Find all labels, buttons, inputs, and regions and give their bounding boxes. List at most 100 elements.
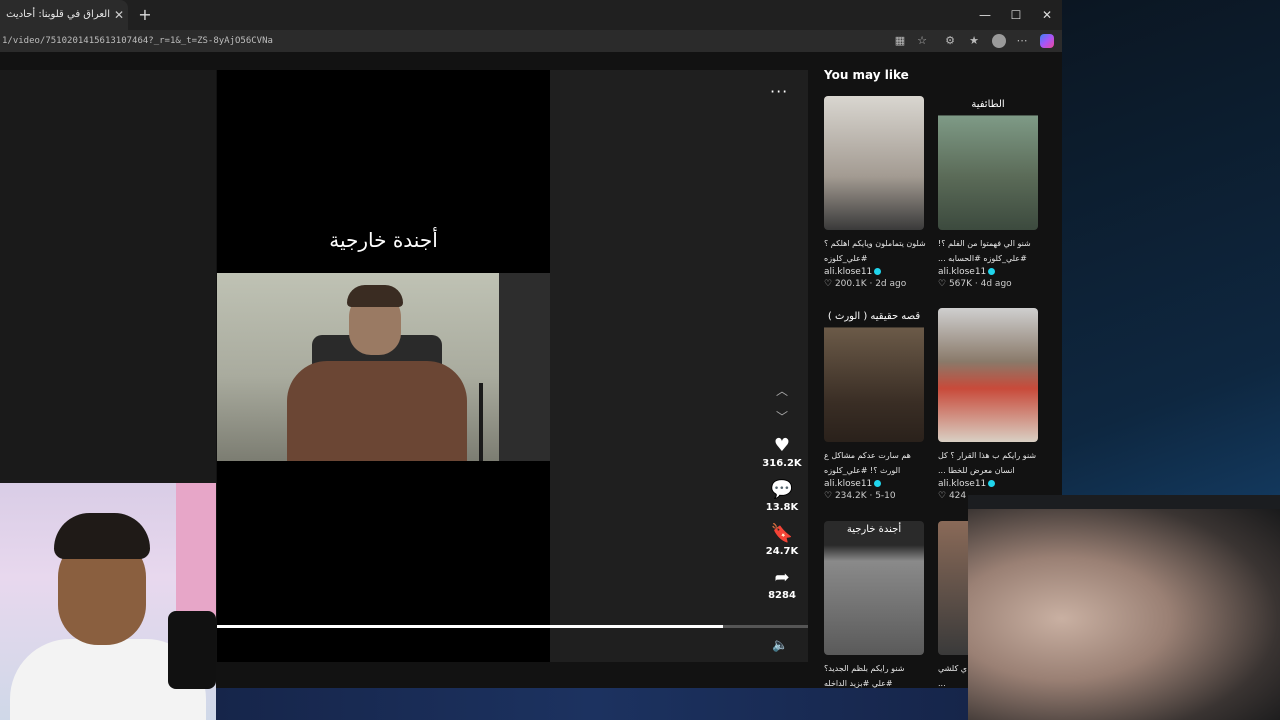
cane-shape xyxy=(479,383,483,461)
author-name: ali.klose11 xyxy=(938,267,987,277)
more-options-icon[interactable]: ··· xyxy=(770,82,788,101)
recommendation-card[interactable]: شنو رايكم ب هذا القرار ؟ كل انسان معرض ل… xyxy=(938,308,1042,501)
card-thumbnail[interactable]: الطائفية xyxy=(938,96,1038,230)
like-count: 316.2K xyxy=(762,458,802,469)
minimize-button[interactable]: — xyxy=(969,0,1001,30)
comment-icon: 💬 xyxy=(770,479,794,500)
card-caption: شنو رايكم بلظم الجديد؟ #علي #بزيد الداخل… xyxy=(824,661,928,688)
verified-icon xyxy=(874,480,882,487)
man-body-shape xyxy=(287,361,467,461)
tab-title: العراق في قلوبنا: أحاديث عن الحقيقة xyxy=(2,9,110,20)
card-likes: 567K xyxy=(948,279,973,289)
card-author[interactable]: ali.klose11 xyxy=(938,479,1042,489)
webcam-overlay-streamer xyxy=(0,483,216,720)
microphone-shape xyxy=(168,611,216,689)
card-caption: هم سارت عدكم مشاكل ع الورث ؟! #علي_كلوزه xyxy=(824,448,928,478)
caption-line: #علي_كلوزه #الحسابه ... xyxy=(938,254,1027,263)
share-arrow-icon: ➦ xyxy=(774,567,790,588)
card-age: 5-10 xyxy=(875,491,896,501)
recommendation-card[interactable]: شلون يتماملون ويايكم اهلكم ؟ #علي_كلوزه … xyxy=(824,96,928,289)
browser-tab[interactable]: العراق في قلوبنا: أحاديث عن الحقيقة ✕ xyxy=(0,0,128,30)
address-bar[interactable]: 1/video/7510201415613107464?_r=1&_t=ZS-8… xyxy=(0,30,1062,52)
card-likes: 424 xyxy=(948,491,967,501)
video-progress-fill xyxy=(217,625,724,628)
overlay-top-edge xyxy=(968,495,1280,509)
save-count: 24.7K xyxy=(765,546,799,557)
card-stats: ♡ 234.2K · 5-10 xyxy=(824,491,896,501)
card-thumbnail[interactable]: قصه حقيقيه ( الورث ) xyxy=(824,308,924,442)
standing-figure-shape xyxy=(499,273,550,461)
card-caption: شلون يتماملون ويايكم اهلكم ؟ #علي_كلوزه xyxy=(824,236,928,266)
share-button[interactable]: ➦ 8284 xyxy=(760,567,804,602)
card-likes: 200.1K xyxy=(834,279,867,289)
thumbnail-title: الطائفية xyxy=(971,99,1005,110)
webcam-overlay-closeup xyxy=(968,495,1280,720)
author-name: ali.klose11 xyxy=(824,479,873,489)
video-frame xyxy=(217,273,550,461)
url-text[interactable]: 1/video/7510201415613107464?_r=1&_t=ZS-8… xyxy=(2,30,273,52)
favorites-icon[interactable]: ★ xyxy=(966,33,982,49)
card-author[interactable]: ali.klose11 xyxy=(938,267,1042,277)
volume-icon[interactable]: 🔈 xyxy=(772,638,788,653)
taskbar xyxy=(216,688,968,720)
card-author[interactable]: ali.klose11 xyxy=(824,479,928,489)
caption-line: انسان معرض للخطا ... xyxy=(938,466,1015,475)
caption-line: شنو الي فهمتوا من الفلم ؟! xyxy=(938,239,1031,248)
card-age: 4d ago xyxy=(980,279,1012,289)
thumbnail-title: قصه حقيقيه ( الورث ) xyxy=(827,311,921,322)
next-video-icon[interactable]: ﹀ xyxy=(770,408,794,425)
author-name: ali.klose11 xyxy=(938,479,987,489)
tab-close-icon[interactable]: ✕ xyxy=(114,0,124,30)
card-age: 2d ago xyxy=(875,279,907,289)
app-available-icon[interactable]: ▦ xyxy=(892,33,908,49)
like-button[interactable]: ♥ 316.2K xyxy=(760,435,804,470)
video-overlay-text: أجندة خارجية xyxy=(329,228,438,252)
new-tab-button[interactable]: + xyxy=(134,4,156,26)
favorite-star-icon[interactable]: ☆ xyxy=(914,33,930,49)
caption-line: #علي_كلوزه xyxy=(824,254,868,263)
verified-icon xyxy=(988,480,996,487)
author-name: ali.klose11 xyxy=(824,267,873,277)
thumbnail-title: أجندة خارجية xyxy=(846,524,902,535)
card-thumbnail[interactable] xyxy=(824,96,924,230)
video-progress-bar[interactable] xyxy=(217,625,808,628)
caption-line: شنو رايكم ب هذا القرار ؟ كل xyxy=(938,451,1037,460)
streamer-hair-shape xyxy=(54,513,150,559)
caption-line: الورث ؟! #علي_كلوزه xyxy=(824,466,901,475)
video-player[interactable]: أجندة خارجية xyxy=(217,70,550,662)
recommendation-card[interactable]: قصه حقيقيه ( الورث ) هم سارت عدكم مشاكل … xyxy=(824,308,928,501)
heart-icon: ♥ xyxy=(773,435,791,456)
recommendation-card[interactable]: أجندة خارجية شنو رايكم بلظم الجديد؟ #علي… xyxy=(824,521,928,688)
card-stats: ♡ 200.1K · 2d ago xyxy=(824,279,907,289)
card-caption: شنو الي فهمتوا من الفلم ؟! #علي_كلوزه #ا… xyxy=(938,236,1042,266)
caption-line: شلون يتماملون ويايكم اهلكم ؟ xyxy=(824,239,926,248)
card-author[interactable]: ali.klose11 xyxy=(824,267,928,277)
verified-icon xyxy=(988,268,996,275)
close-window-button[interactable]: ✕ xyxy=(1031,0,1063,30)
card-likes: 234.2K xyxy=(834,491,867,501)
caption-line: شنو رايكم بلظم الجديد؟ xyxy=(824,664,905,673)
card-stats: ♡ 567K · 4d ago xyxy=(938,279,1012,289)
maximize-button[interactable]: ☐ xyxy=(1000,0,1032,30)
card-caption: شنو رايكم ب هذا القرار ؟ كل انسان معرض ل… xyxy=(938,448,1042,478)
comment-button[interactable]: 💬 13.8K xyxy=(760,479,804,514)
verified-icon xyxy=(874,268,882,275)
card-thumbnail[interactable] xyxy=(938,308,1038,442)
share-count: 8284 xyxy=(768,590,796,601)
previous-video-icon[interactable]: ︿ xyxy=(770,382,794,399)
tab-bar: العراق في قلوبنا: أحاديث عن الحقيقة ✕ + … xyxy=(0,0,1062,30)
background-shelf-shape xyxy=(176,483,216,623)
caption-line: #علي #بزيد الداخله xyxy=(824,679,893,688)
comment-count: 13.8K xyxy=(765,502,799,513)
copilot-icon[interactable] xyxy=(1040,34,1054,48)
save-button[interactable]: 🔖 24.7K xyxy=(760,523,804,558)
sidebar-heading: You may like xyxy=(824,68,909,82)
bookmark-icon: 🔖 xyxy=(770,523,794,544)
profile-avatar-icon[interactable] xyxy=(992,34,1006,48)
extensions-icon[interactable]: ⚙ xyxy=(942,33,958,49)
card-thumbnail[interactable]: أجندة خارجية xyxy=(824,521,924,655)
recommendation-card[interactable]: الطائفية شنو الي فهمتوا من الفلم ؟! #علي… xyxy=(938,96,1042,289)
caption-line: هم سارت عدكم مشاكل ع xyxy=(824,451,911,460)
man-hair-shape xyxy=(347,285,403,307)
menu-dots-icon[interactable]: ⋯ xyxy=(1014,33,1030,49)
